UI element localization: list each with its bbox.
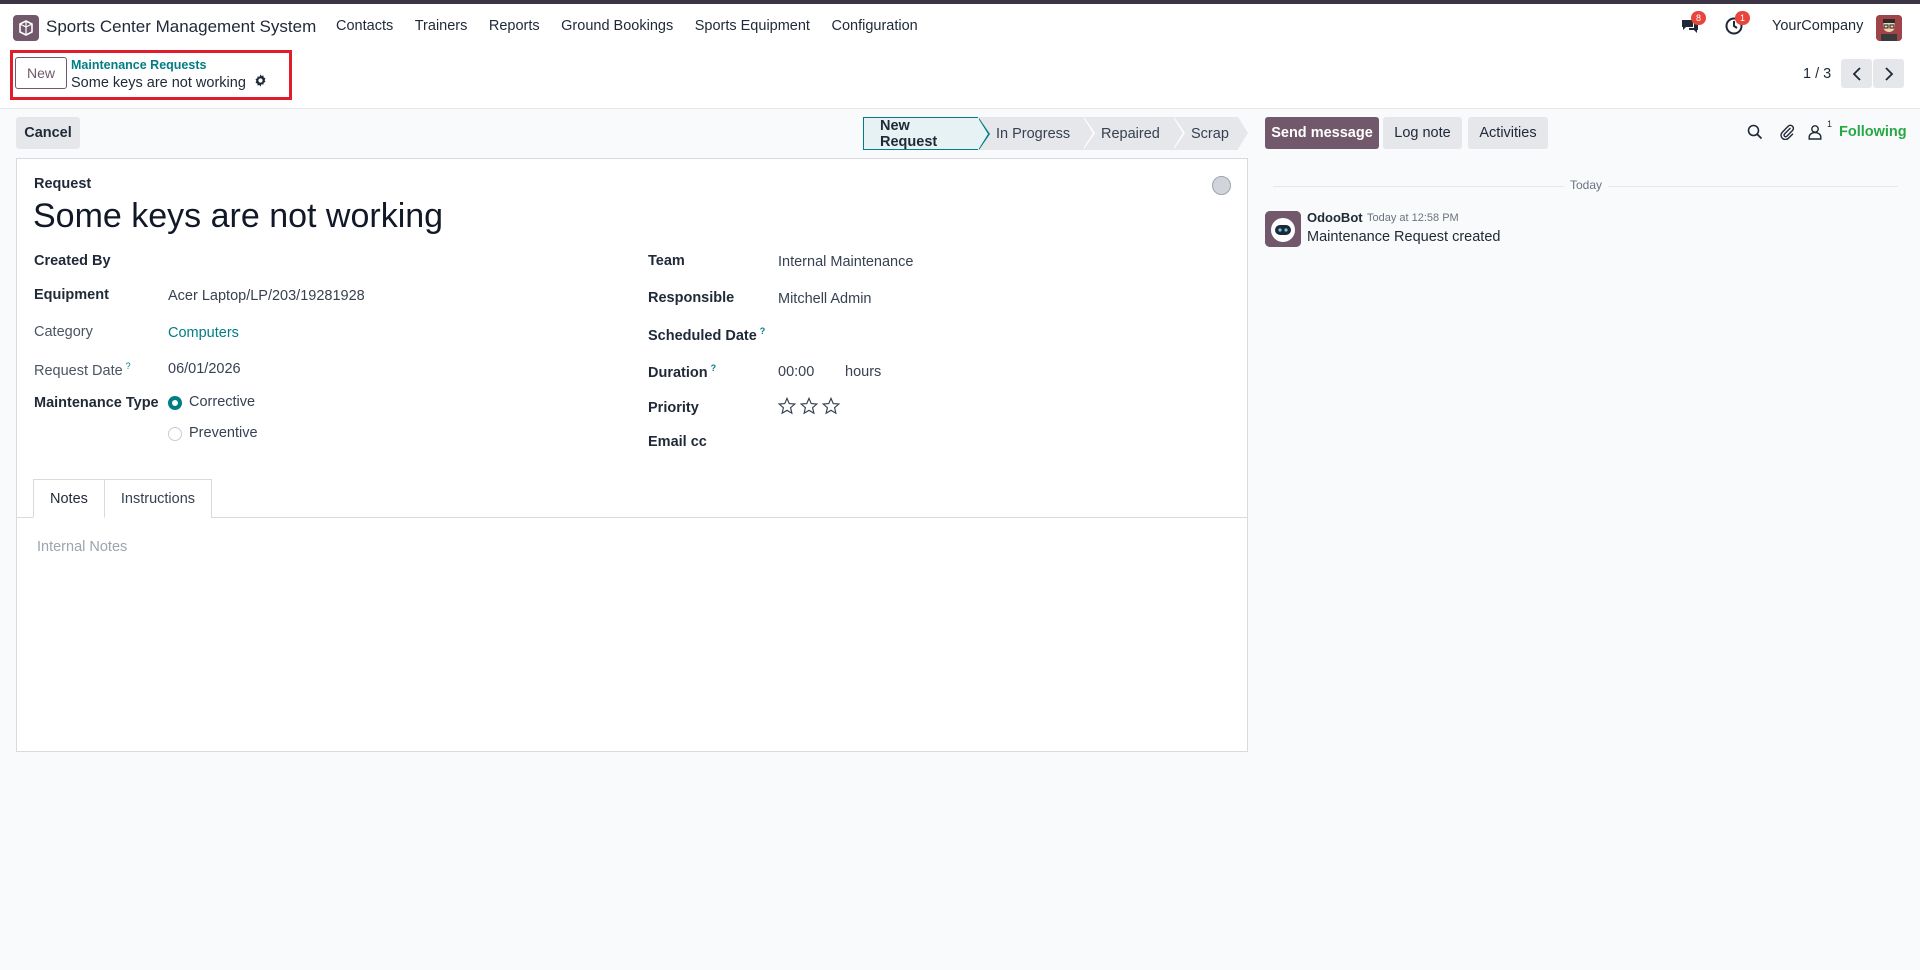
star-icon[interactable] [821,396,841,419]
menu-reports[interactable]: Reports [489,18,540,34]
odoobot-avatar[interactable] [1265,211,1301,247]
breadcrumb-current-label: Some keys are not working [71,74,246,91]
breadcrumb-parent[interactable]: Maintenance Requests [71,58,206,72]
log-note-button[interactable]: Log note [1383,117,1462,149]
tab-notes[interactable]: Notes [33,479,105,518]
stage-label: Repaired [1101,125,1160,142]
message-author[interactable]: OdooBot [1307,210,1363,225]
form-sheet: Request Some keys are not working Create… [16,158,1248,752]
app-name[interactable]: Sports Center Management System [46,17,316,37]
priority-label: Priority [648,400,699,416]
star-icon[interactable] [777,396,797,419]
top-menu: Contacts Trainers Reports Ground Booking… [336,18,939,34]
search-icon[interactable] [1747,124,1763,144]
followers-count: 1 [1827,119,1833,130]
app-menu-icon[interactable] [13,15,39,41]
tab-instructions[interactable]: Instructions [104,479,213,518]
duration-label: Duration? [648,363,716,381]
stage-label: In Progress [996,125,1071,142]
request-date-label: Request Date? [34,361,131,379]
chevron-right-icon [1884,66,1893,81]
created-by-field[interactable] [168,253,468,271]
user-avatar[interactable] [1876,15,1902,41]
paperclip-icon[interactable] [1779,124,1795,144]
followers-button[interactable]: 1 [1808,119,1832,144]
responsible-field[interactable]: Mitchell Admin [778,291,871,307]
duration-field[interactable]: 00:00 [778,364,814,380]
scheduled-date-field[interactable] [778,326,1078,344]
request-date-field[interactable]: 06/01/2026 [168,361,241,377]
send-message-button[interactable]: Send message [1265,117,1379,149]
notebook-tabs: Notes Instructions [33,479,213,518]
chevron-left-icon [1852,66,1861,81]
created-by-label: Created By [34,253,111,269]
responsible-label: Responsible [648,290,735,306]
equipment-field[interactable]: Acer Laptop/LP/203/19281928 [168,288,365,304]
menu-ground-bookings[interactable]: Ground Bookings [561,18,673,34]
kanban-state-toggle[interactable] [1212,176,1231,195]
activities-badge: 1 [1735,11,1750,25]
main-navbar: Sports Center Management System Contacts… [0,4,1920,49]
help-icon[interactable]: ? [760,326,766,336]
stage-label: New Request [880,117,938,150]
cancel-button[interactable]: Cancel [16,117,80,149]
control-panel: New Maintenance Requests Some keys are n… [0,49,1920,109]
stage-new-request[interactable]: New Request [863,117,990,150]
menu-sports-equipment[interactable]: Sports Equipment [695,18,810,34]
status-bar: New Request In Progress Repaired Scrap [863,117,1248,150]
internal-notes-editor[interactable]: Internal Notes [37,539,127,555]
breadcrumb-current: Some keys are not working [71,74,267,91]
pager-previous-button[interactable] [1841,59,1872,88]
scheduled-date-label: Scheduled Date? [648,326,765,344]
preventive-radio[interactable] [168,427,182,441]
category-label: Category [34,324,93,340]
request-date-label-text: Request Date [34,362,123,379]
pager-next-button[interactable] [1873,59,1904,88]
preventive-label[interactable]: Preventive [189,425,258,441]
company-switcher[interactable]: YourCompany [1772,18,1863,34]
pager-value[interactable]: 1 / 3 [1803,66,1831,82]
team-field[interactable]: Internal Maintenance [778,254,913,270]
message-body: Maintenance Request created [1307,229,1501,245]
team-label: Team [648,253,685,269]
corrective-label[interactable]: Corrective [189,394,255,410]
scheduled-date-label-text: Scheduled Date [648,327,757,344]
messages-badge: 8 [1691,11,1706,25]
stage-repaired[interactable]: Repaired [1083,117,1185,150]
priority-widget [777,396,844,419]
date-separator: Today [1564,178,1609,192]
email-cc-label: Email cc [648,434,707,450]
stage-label: Scrap [1191,125,1229,142]
email-cc-field[interactable] [778,434,1078,452]
menu-contacts[interactable]: Contacts [336,18,393,34]
request-title[interactable]: Some keys are not working [33,197,443,236]
maintenance-type-label: Maintenance Type [34,395,159,411]
stage-in-progress[interactable]: In Progress [978,117,1095,150]
help-icon[interactable]: ? [126,361,131,371]
corrective-radio[interactable] [168,396,182,410]
menu-trainers[interactable]: Trainers [415,18,468,34]
request-label: Request [34,176,92,192]
new-button[interactable]: New [15,57,67,89]
duration-unit: hours [845,364,882,380]
user-icon [1808,125,1822,140]
equipment-label: Equipment [34,287,109,303]
messages-button[interactable]: 8 [1680,11,1706,38]
activities-chatter-button[interactable]: Activities [1468,117,1548,149]
star-icon[interactable] [799,396,819,419]
duration-label-text: Duration [648,364,708,381]
following-button[interactable]: Following [1839,124,1907,140]
menu-configuration[interactable]: Configuration [831,18,917,34]
activities-button[interactable]: 1 [1724,11,1750,38]
help-icon[interactable]: ? [711,363,717,373]
gear-icon[interactable] [254,74,267,91]
message-time: Today at 12:58 PM [1367,212,1459,224]
category-link[interactable]: Computers [168,325,239,341]
